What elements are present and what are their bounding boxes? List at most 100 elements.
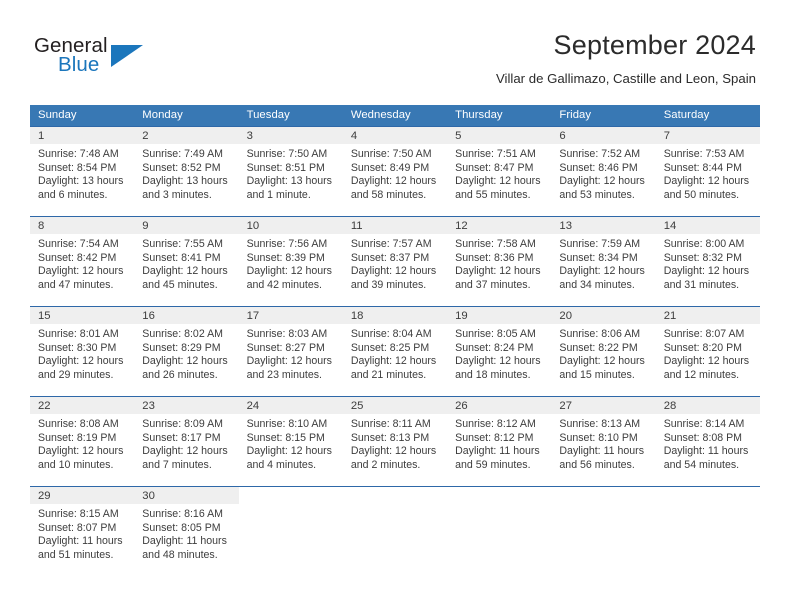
calendar-week-row: 22 Sunrise: 8:08 AM Sunset: 8:19 PM Dayl…: [30, 396, 760, 487]
calendar-body: 1 Sunrise: 7:48 AM Sunset: 8:54 PM Dayli…: [30, 126, 760, 567]
sunrise-text: Sunrise: 8:13 AM: [559, 418, 641, 430]
day-cell[interactable]: 6 Sunrise: 7:52 AM Sunset: 8:46 PM Dayli…: [551, 126, 656, 217]
sunrise-text: Sunrise: 8:05 AM: [455, 328, 536, 340]
day-cell[interactable]: 8 Sunrise: 7:54 AM Sunset: 8:42 PM Dayli…: [30, 216, 135, 307]
day-cell[interactable]: 23 Sunrise: 8:09 AM Sunset: 8:17 PM Dayl…: [134, 396, 239, 487]
day-details: Sunrise: 7:55 AM Sunset: 8:41 PM Dayligh…: [134, 234, 239, 293]
day-cell[interactable]: 5 Sunrise: 7:51 AM Sunset: 8:47 PM Dayli…: [447, 126, 552, 217]
day-number: 7: [655, 127, 760, 144]
day-details: Sunrise: 8:15 AM Sunset: 8:07 PM Dayligh…: [30, 504, 135, 563]
daylight-text-line2: and 34 minutes.: [559, 278, 635, 291]
sunset-text: Sunset: 8:13 PM: [350, 431, 430, 444]
day-details: Sunrise: 8:06 AM Sunset: 8:22 PM Dayligh…: [551, 324, 656, 383]
day-cell[interactable]: 21 Sunrise: 8:07 AM Sunset: 8:20 PM Dayl…: [655, 306, 760, 397]
day-cell[interactable]: 12 Sunrise: 7:58 AM Sunset: 8:36 PM Dayl…: [447, 216, 552, 307]
daylight-text-line2: and 12 minutes.: [663, 368, 740, 381]
calendar-week-row: 1 Sunrise: 7:48 AM Sunset: 8:54 PM Dayli…: [30, 126, 760, 217]
day-cell[interactable]: 10 Sunrise: 7:56 AM Sunset: 8:39 PM Dayl…: [238, 216, 343, 307]
daylight-text-line1: Daylight: 12 hours: [455, 355, 541, 368]
day-cell[interactable]: 1 Sunrise: 7:48 AM Sunset: 8:54 PM Dayli…: [30, 126, 135, 217]
day-details: Sunrise: 7:49 AM Sunset: 8:52 PM Dayligh…: [134, 144, 239, 203]
brand-logo[interactable]: General Blue: [34, 34, 184, 86]
day-details: [447, 504, 552, 508]
daylight-text-line1: Daylight: 12 hours: [455, 265, 541, 278]
weekday-header-thursday: Thursday: [447, 105, 552, 127]
day-details: Sunrise: 7:52 AM Sunset: 8:46 PM Dayligh…: [551, 144, 656, 203]
day-cell[interactable]: 7 Sunrise: 7:53 AM Sunset: 8:44 PM Dayli…: [655, 126, 760, 217]
calendar-page: General Blue September 2024 Villar de Ga…: [0, 0, 792, 612]
day-cell[interactable]: 25 Sunrise: 8:11 AM Sunset: 8:13 PM Dayl…: [342, 396, 448, 487]
day-cell[interactable]: 18 Sunrise: 8:04 AM Sunset: 8:25 PM Dayl…: [342, 306, 448, 397]
day-cell[interactable]: 30 Sunrise: 8:16 AM Sunset: 8:05 PM Dayl…: [134, 486, 239, 567]
day-cell-empty: [238, 486, 343, 567]
day-details: Sunrise: 8:09 AM Sunset: 8:17 PM Dayligh…: [134, 414, 239, 473]
sunset-text: Sunset: 8:46 PM: [559, 161, 638, 174]
sunset-text: Sunset: 8:49 PM: [350, 161, 430, 174]
day-number: 6: [551, 127, 656, 144]
day-cell[interactable]: 2 Sunrise: 7:49 AM Sunset: 8:52 PM Dayli…: [134, 126, 239, 217]
daylight-text-line1: Daylight: 12 hours: [142, 355, 228, 368]
daylight-text-line1: Daylight: 12 hours: [559, 175, 645, 188]
triangle-logo-icon: [111, 45, 143, 67]
day-cell[interactable]: 24 Sunrise: 8:10 AM Sunset: 8:15 PM Dayl…: [238, 396, 343, 487]
sunset-text: Sunset: 8:10 PM: [559, 431, 638, 444]
day-details: Sunrise: 7:54 AM Sunset: 8:42 PM Dayligh…: [30, 234, 135, 293]
daylight-text-line1: Daylight: 13 hours: [246, 175, 332, 188]
day-cell[interactable]: 27 Sunrise: 8:13 AM Sunset: 8:10 PM Dayl…: [551, 396, 656, 487]
daylight-text-line1: Daylight: 12 hours: [350, 265, 437, 278]
day-details: Sunrise: 8:12 AM Sunset: 8:12 PM Dayligh…: [447, 414, 552, 473]
day-cell[interactable]: 4 Sunrise: 7:50 AM Sunset: 8:49 PM Dayli…: [342, 126, 448, 217]
day-cell[interactable]: 16 Sunrise: 8:02 AM Sunset: 8:29 PM Dayl…: [134, 306, 239, 397]
day-number: 29: [30, 487, 135, 504]
calendar-week-row: 29 Sunrise: 8:15 AM Sunset: 8:07 PM Dayl…: [30, 486, 760, 567]
daylight-text-line2: and 51 minutes.: [38, 548, 114, 561]
day-cell[interactable]: 11 Sunrise: 7:57 AM Sunset: 8:37 PM Dayl…: [342, 216, 448, 307]
daylight-text-line2: and 55 minutes.: [455, 188, 531, 201]
day-number: 13: [551, 217, 656, 234]
day-cell[interactable]: 19 Sunrise: 8:05 AM Sunset: 8:24 PM Dayl…: [447, 306, 552, 397]
day-number: 24: [238, 397, 343, 414]
title-block: September 2024 Villar de Gallimazo, Cast…: [496, 28, 756, 87]
day-number: 10: [238, 217, 343, 234]
day-details: Sunrise: 8:04 AM Sunset: 8:25 PM Dayligh…: [342, 324, 448, 383]
sunset-text: Sunset: 8:36 PM: [455, 251, 534, 264]
daylight-text-line1: Daylight: 12 hours: [38, 265, 124, 278]
sunrise-text: Sunrise: 8:03 AM: [246, 328, 328, 340]
day-cell-empty: [342, 486, 448, 567]
day-number: 16: [134, 307, 239, 324]
day-cell[interactable]: 17 Sunrise: 8:03 AM Sunset: 8:27 PM Dayl…: [238, 306, 343, 397]
day-details: Sunrise: 7:53 AM Sunset: 8:44 PM Dayligh…: [655, 144, 760, 203]
daylight-text-line1: Daylight: 11 hours: [142, 535, 227, 548]
sunset-text: Sunset: 8:15 PM: [246, 431, 325, 444]
day-cell[interactable]: 3 Sunrise: 7:50 AM Sunset: 8:51 PM Dayli…: [238, 126, 343, 217]
daylight-text-line2: and 26 minutes.: [142, 368, 218, 381]
daylight-text-line1: Daylight: 12 hours: [663, 175, 750, 188]
day-number: 20: [551, 307, 656, 324]
sunset-text: Sunset: 8:20 PM: [663, 341, 743, 354]
daylight-text-line2: and 10 minutes.: [38, 458, 114, 471]
sunset-text: Sunset: 8:30 PM: [38, 341, 117, 354]
day-details: Sunrise: 8:02 AM Sunset: 8:29 PM Dayligh…: [134, 324, 239, 383]
day-cell[interactable]: 20 Sunrise: 8:06 AM Sunset: 8:22 PM Dayl…: [551, 306, 656, 397]
sunrise-text: Sunrise: 8:08 AM: [38, 418, 119, 430]
day-details: Sunrise: 8:14 AM Sunset: 8:08 PM Dayligh…: [655, 414, 760, 473]
sunrise-text: Sunrise: 8:04 AM: [350, 328, 432, 340]
day-cell[interactable]: 26 Sunrise: 8:12 AM Sunset: 8:12 PM Dayl…: [447, 396, 552, 487]
day-cell[interactable]: 15 Sunrise: 8:01 AM Sunset: 8:30 PM Dayl…: [30, 306, 135, 397]
sunrise-text: Sunrise: 8:01 AM: [38, 328, 119, 340]
day-details: [342, 504, 448, 508]
day-number: 30: [134, 487, 239, 504]
day-number: 27: [551, 397, 656, 414]
day-cell[interactable]: 14 Sunrise: 8:00 AM Sunset: 8:32 PM Dayl…: [655, 216, 760, 307]
sunrise-text: Sunrise: 8:16 AM: [142, 508, 223, 520]
day-details: Sunrise: 8:01 AM Sunset: 8:30 PM Dayligh…: [30, 324, 135, 383]
day-number: 4: [342, 127, 448, 144]
day-cell[interactable]: 29 Sunrise: 8:15 AM Sunset: 8:07 PM Dayl…: [30, 486, 135, 567]
day-cell[interactable]: 13 Sunrise: 7:59 AM Sunset: 8:34 PM Dayl…: [551, 216, 656, 307]
day-number: [447, 487, 552, 504]
day-cell[interactable]: 22 Sunrise: 8:08 AM Sunset: 8:19 PM Dayl…: [30, 396, 135, 487]
sunrise-text: Sunrise: 7:57 AM: [350, 238, 432, 250]
day-cell[interactable]: 28 Sunrise: 8:14 AM Sunset: 8:08 PM Dayl…: [655, 396, 760, 487]
day-cell[interactable]: 9 Sunrise: 7:55 AM Sunset: 8:41 PM Dayli…: [134, 216, 239, 307]
day-number: 22: [30, 397, 135, 414]
